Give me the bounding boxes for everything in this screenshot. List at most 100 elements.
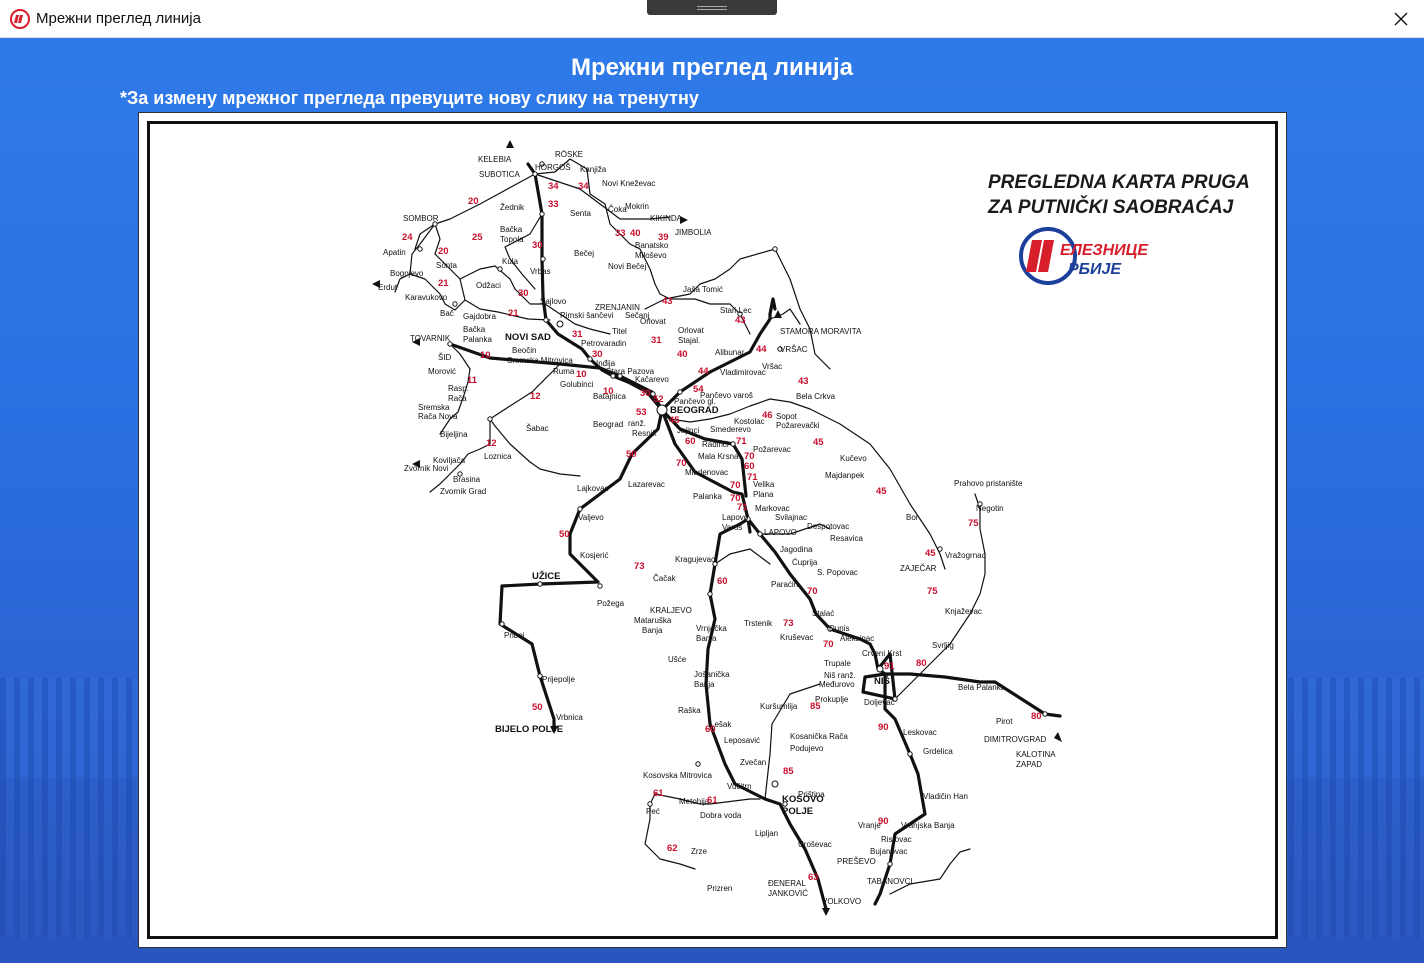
svg-text:31: 31	[572, 329, 583, 340]
svg-text:20: 20	[438, 246, 449, 257]
svg-text:Vrnjačka: Vrnjačka	[696, 624, 727, 633]
svg-text:VOLKOVO: VOLKOVO	[822, 897, 861, 906]
svg-text:52: 52	[653, 394, 664, 405]
svg-text:VRŠAC: VRŠAC	[780, 345, 808, 354]
svg-text:PREŠEVO: PREŠEVO	[837, 857, 876, 866]
svg-text:34: 34	[578, 181, 589, 192]
svg-text:KIKINDA: KIKINDA	[650, 214, 683, 223]
svg-text:Trstenik: Trstenik	[744, 619, 773, 628]
svg-text:Vranjska Banja: Vranjska Banja	[901, 821, 955, 830]
svg-text:Banja: Banja	[696, 634, 717, 643]
svg-text:POLJE: POLJE	[782, 806, 813, 817]
svg-text:80: 80	[1031, 711, 1042, 722]
svg-text:Stari Lec: Stari Lec	[720, 306, 752, 315]
svg-text:Sremska Mitrovica: Sremska Mitrovica	[507, 356, 573, 365]
svg-text:Zvečan: Zvečan	[740, 758, 766, 767]
svg-text:11: 11	[467, 375, 478, 386]
svg-text:Stalać: Stalać	[812, 609, 834, 618]
svg-text:Pirot: Pirot	[996, 717, 1013, 726]
svg-text:12: 12	[486, 438, 497, 449]
svg-text:75: 75	[968, 518, 979, 529]
svg-text:Crveni Krst: Crveni Krst	[862, 649, 902, 658]
svg-text:Karavukovo: Karavukovo	[405, 293, 448, 302]
svg-text:KELEBIA: KELEBIA	[478, 155, 512, 164]
railway-network-map: NOVI SAD BEOGRAD NIŠ KOSOVO POLJE UŽICE …	[372, 140, 1062, 916]
svg-text:Svrljig: Svrljig	[932, 641, 954, 650]
svg-text:70: 70	[823, 639, 834, 650]
svg-text:Zrze: Zrze	[691, 847, 708, 856]
svg-text:45: 45	[925, 548, 936, 559]
svg-text:Kosanička Rača: Kosanička Rača	[790, 732, 848, 741]
svg-text:85: 85	[810, 701, 821, 712]
svg-text:Požega: Požega	[597, 599, 625, 608]
svg-text:43: 43	[662, 296, 673, 307]
svg-text:Kanjiža: Kanjiža	[580, 165, 607, 174]
svg-text:Pančevo varoš: Pančevo varoš	[700, 391, 753, 400]
svg-text:STAMORA MORAVITA: STAMORA MORAVITA	[780, 327, 862, 336]
svg-text:Sopot: Sopot	[776, 412, 798, 421]
svg-text:Jajinci: Jajinci	[677, 426, 699, 435]
svg-text:44: 44	[756, 344, 767, 355]
svg-text:Orlovat: Orlovat	[640, 317, 667, 326]
svg-text:34: 34	[548, 181, 559, 192]
zeleznice-srbije-logo-icon	[10, 9, 30, 29]
svg-text:30: 30	[640, 388, 651, 399]
svg-text:61: 61	[707, 795, 718, 806]
window-titlebar: Мрежни преглед линија	[0, 0, 1424, 38]
svg-text:90: 90	[878, 816, 889, 827]
close-button[interactable]	[1378, 0, 1424, 38]
svg-text:Prizren: Prizren	[707, 884, 732, 893]
svg-text:Međurovo: Međurovo	[819, 680, 855, 689]
drop-hint: *За измену мрежног прегледа превуците но…	[120, 88, 699, 108]
svg-text:45: 45	[669, 415, 680, 426]
svg-text:Rimski šančevi: Rimski šančevi	[560, 311, 614, 320]
window-title: Мрежни преглед линија	[36, 10, 201, 27]
svg-text:71: 71	[737, 502, 748, 513]
svg-text:31: 31	[651, 335, 662, 346]
svg-text:30: 30	[518, 288, 529, 299]
svg-text:62: 62	[667, 843, 678, 854]
svg-text:45: 45	[813, 437, 824, 448]
svg-text:43: 43	[798, 376, 809, 387]
svg-text:Bečej: Bečej	[574, 249, 594, 258]
svg-text:Bor: Bor	[906, 513, 919, 522]
svg-text:Kosovska Mitrovica: Kosovska Mitrovica	[643, 771, 712, 780]
svg-text:Palanka: Palanka	[463, 335, 492, 344]
svg-text:91: 91	[884, 661, 895, 672]
network-map-dropzone[interactable]: PREGLEDNA KARTA PRUGA ZA PUTNIČKI SAOBRA…	[138, 112, 1287, 948]
svg-text:Senta: Senta	[570, 209, 591, 218]
svg-text:Sremska: Sremska	[418, 403, 450, 412]
svg-text:90: 90	[878, 722, 889, 733]
svg-text:Beograd: Beograd	[593, 420, 623, 429]
svg-text:Bač: Bač	[440, 309, 454, 318]
svg-text:DIMITROVGRAD: DIMITROVGRAD	[984, 735, 1046, 744]
svg-text:Markovac: Markovac	[755, 504, 790, 513]
svg-text:SOMBOR: SOMBOR	[403, 214, 439, 223]
svg-text:Đunis: Đunis	[829, 624, 849, 633]
svg-text:Leposavić: Leposavić	[724, 736, 760, 745]
svg-text:80: 80	[916, 658, 927, 669]
svg-text:Kragujevac: Kragujevac	[675, 555, 715, 564]
svg-text:Odžaci: Odžaci	[476, 281, 501, 290]
svg-text:Priština: Priština	[798, 790, 825, 799]
svg-text:Doljevac: Doljevac	[864, 698, 895, 707]
svg-text:Kuršumlija: Kuršumlija	[760, 702, 798, 711]
svg-text:70: 70	[807, 586, 818, 597]
svg-text:Paraćin: Paraćin	[771, 580, 798, 589]
svg-text:Bačka: Bačka	[500, 225, 523, 234]
svg-text:60: 60	[717, 576, 728, 587]
svg-text:71: 71	[747, 472, 758, 483]
svg-text:ZAPAD: ZAPAD	[1016, 760, 1042, 769]
window-drag-handle[interactable]	[647, 0, 777, 15]
svg-text:24: 24	[402, 232, 413, 243]
svg-text:Niš ranž.: Niš ranž.	[824, 671, 856, 680]
svg-text:Šabac: Šabac	[526, 424, 549, 433]
svg-text:Jagodina: Jagodina	[780, 545, 813, 554]
svg-text:NIŠ: NIŠ	[874, 675, 890, 687]
svg-text:Novi Bečej: Novi Bečej	[608, 262, 646, 271]
svg-text:40: 40	[630, 228, 641, 239]
svg-text:Titel: Titel	[612, 327, 627, 336]
svg-text:44: 44	[698, 366, 709, 377]
svg-text:Priboj: Priboj	[504, 631, 525, 640]
svg-text:Mokrin: Mokrin	[625, 202, 649, 211]
